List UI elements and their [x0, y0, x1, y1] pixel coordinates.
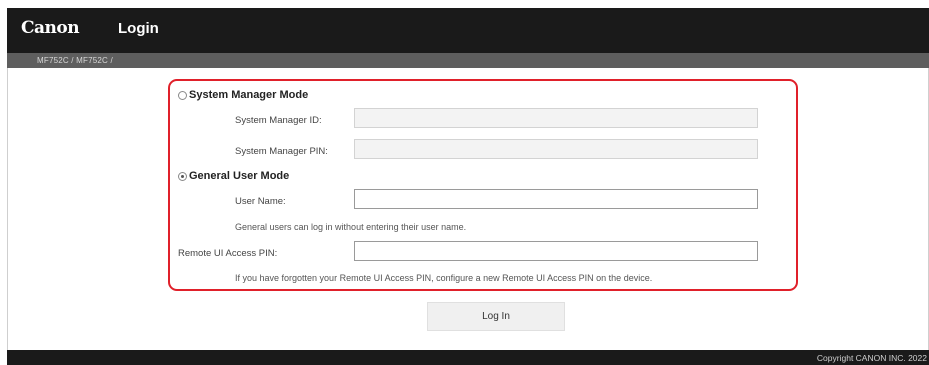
remote-ui-pin-hint: If you have forgotten your Remote UI Acc…: [235, 273, 653, 283]
user-name-label: User Name:: [235, 196, 286, 207]
general-user-mode-option[interactable]: General User Mode: [178, 170, 289, 182]
system-manager-id-label: System Manager ID:: [235, 115, 322, 126]
page-title: Login: [118, 20, 159, 37]
system-manager-pin-field[interactable]: [354, 139, 758, 159]
general-user-hint: General users can log in without enterin…: [235, 222, 467, 232]
system-manager-mode-label: System Manager Mode: [189, 89, 309, 101]
breadcrumb: MF752C / MF752C /: [37, 56, 113, 65]
remote-ui-pin-field[interactable]: [354, 241, 758, 261]
user-name-field[interactable]: [354, 189, 758, 209]
system-manager-pin-label: System Manager PIN:: [235, 146, 328, 157]
general-user-mode-label: General User Mode: [189, 170, 290, 182]
canon-logo: Canon: [21, 18, 80, 38]
content-border-left: [7, 68, 8, 350]
system-manager-mode-option[interactable]: System Manager Mode: [178, 89, 308, 101]
header-bar: Canon Login: [7, 8, 929, 53]
remote-ui-pin-label: Remote UI Access PIN:: [178, 248, 278, 259]
breadcrumb-bar: MF752C / MF752C /: [7, 53, 929, 68]
system-manager-mode-radio[interactable]: [178, 90, 187, 100]
login-button[interactable]: Log In: [427, 302, 565, 331]
general-user-mode-radio[interactable]: [178, 171, 187, 181]
login-page: Canon Login MF752C / MF752C / System Man…: [0, 0, 929, 365]
copyright-text: Copyright CANON INC. 2022: [816, 353, 927, 363]
system-manager-id-field[interactable]: [354, 108, 758, 128]
footer-bar: Copyright CANON INC. 2022: [7, 350, 929, 365]
